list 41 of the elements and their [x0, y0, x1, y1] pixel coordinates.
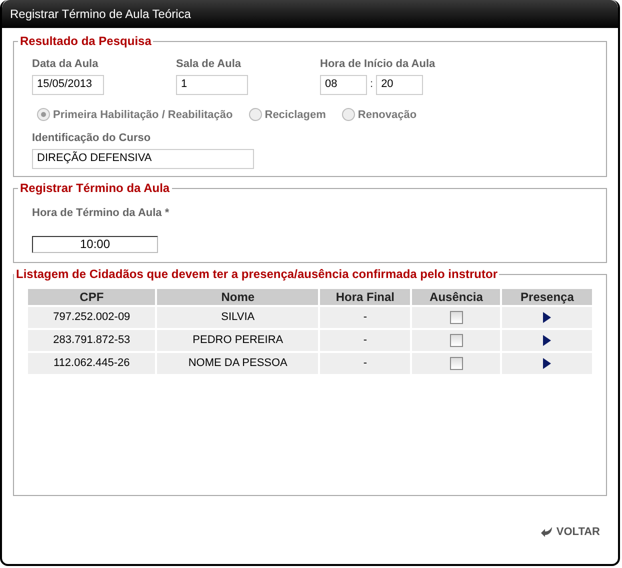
table-cell: -: [320, 330, 410, 351]
section-legend: Resultado da Pesquisa: [18, 32, 154, 50]
play-icon[interactable]: [543, 335, 552, 346]
back-button[interactable]: VOLTAR: [541, 524, 600, 540]
radio-label: Primeira Habilitação / Reabilitação: [53, 108, 233, 122]
field-label: Hora de Início da Aula: [320, 57, 436, 72]
column-header: Hora Final: [320, 289, 410, 305]
time-separator: :: [370, 77, 374, 92]
field-label: Hora de Término da Aula *: [32, 206, 170, 221]
table-cell: 112.062.445-26: [28, 353, 156, 374]
field-label: Identificação do Curso: [32, 131, 152, 146]
room-field[interactable]: 1: [176, 74, 248, 94]
table-cell: 797.252.002-09: [28, 307, 156, 328]
table-cell: PEDRO PEREIRA: [157, 330, 318, 351]
table-cell: NOME DA PESSOA: [157, 353, 318, 374]
end-time-field[interactable]: 10:00: [32, 236, 158, 252]
field-label: Data da Aula: [32, 57, 100, 72]
hour-field[interactable]: 08: [320, 74, 367, 94]
return-arrow-icon: [541, 527, 554, 538]
play-icon[interactable]: [543, 312, 552, 323]
absence-checkbox[interactable]: [450, 311, 463, 324]
column-header: CPF: [28, 289, 156, 305]
radio-label: Reciclagem: [264, 108, 326, 122]
minute-field[interactable]: 20: [376, 74, 424, 94]
course-field[interactable]: DIREÇÃO DEFENSIVA: [32, 148, 254, 168]
column-header: Ausência: [412, 289, 500, 305]
radio-label: Renovação: [358, 108, 417, 122]
absence-checkbox[interactable]: [450, 357, 463, 370]
section-legend: Listagem de Cidadãos que devem ter a presença/ausência confirmada pelo instrutor: [14, 265, 500, 283]
table-cell: -: [320, 307, 410, 328]
column-header: Presença: [502, 289, 592, 305]
table-cell: -: [320, 353, 410, 374]
play-icon[interactable]: [543, 358, 552, 369]
section-legend: Registrar Término da Aula: [18, 179, 172, 197]
absence-checkbox[interactable]: [450, 334, 463, 347]
date-field[interactable]: 15/05/2013: [32, 74, 104, 94]
window-title-bar: Registrar Término de Aula Teórica: [2, 0, 618, 28]
field-label: Sala de Aula: [176, 57, 242, 72]
table-cell: 283.791.872-53: [28, 330, 156, 351]
table-cell: SILVIA: [157, 307, 318, 328]
column-header: Nome: [157, 289, 318, 305]
